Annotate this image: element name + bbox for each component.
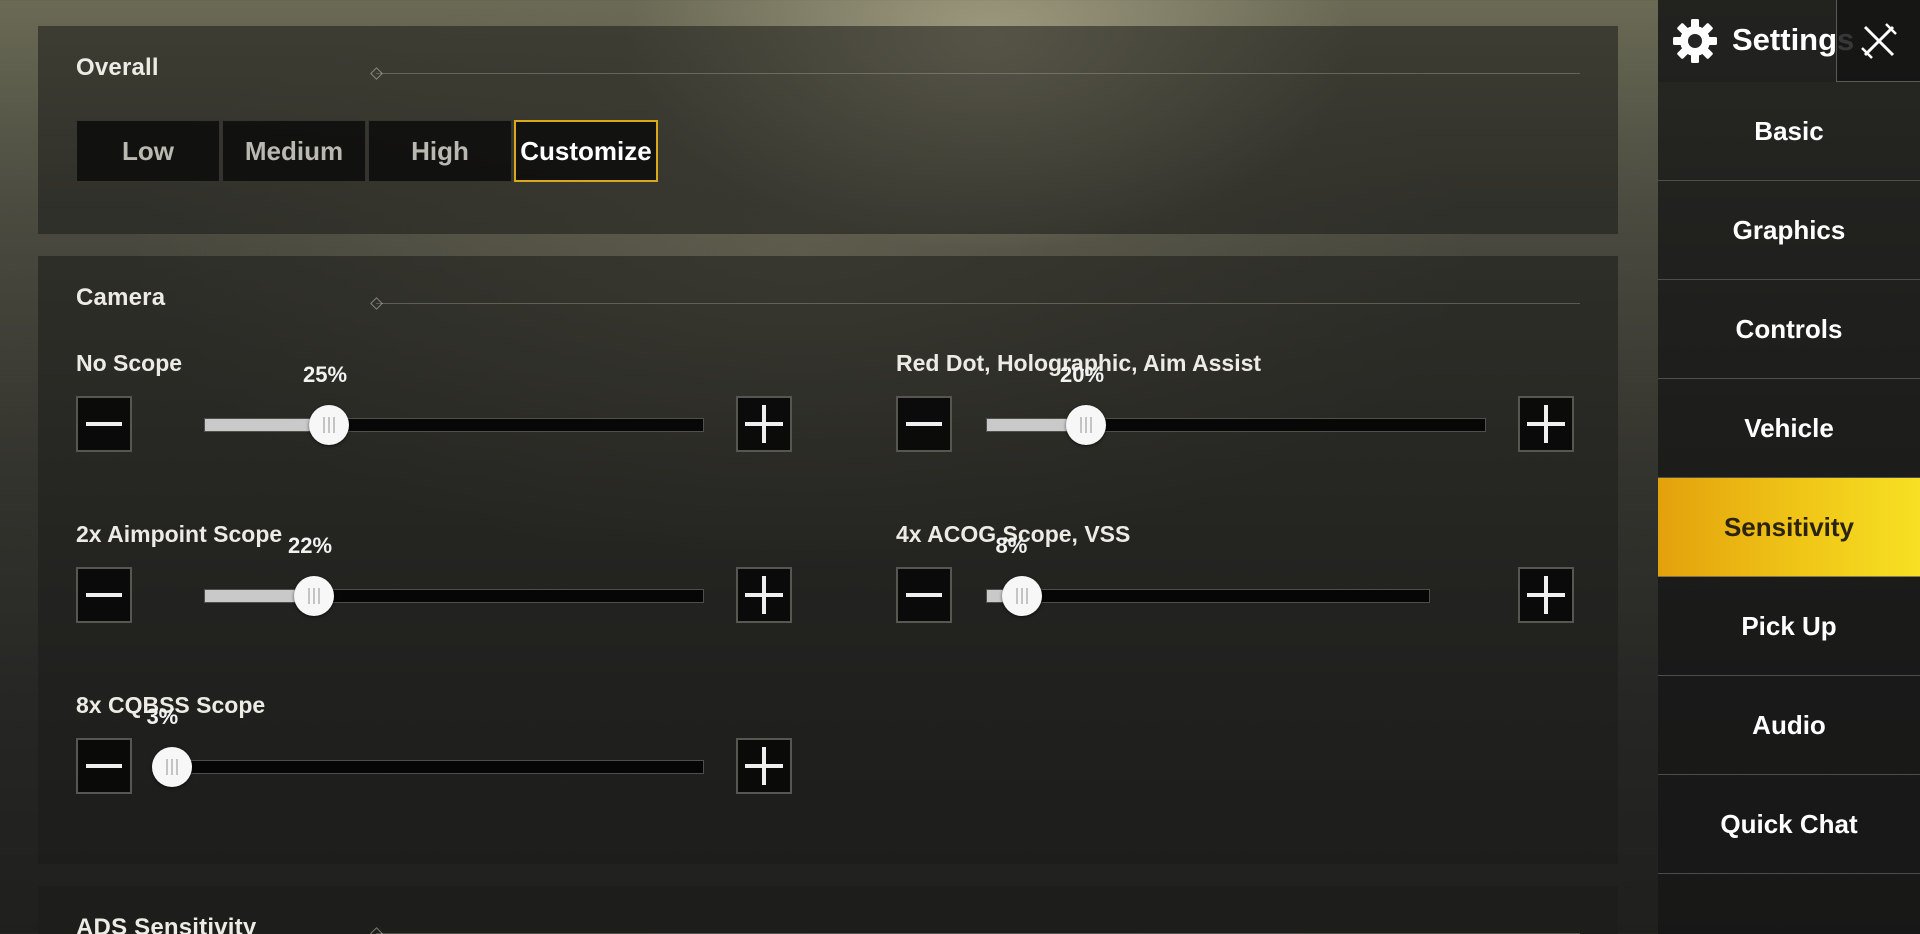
ads-sensitivity-title: ADS Sensitivity xyxy=(76,914,257,934)
decrease-button[interactable] xyxy=(896,396,952,452)
preset-high-button[interactable]: High xyxy=(368,120,512,182)
minus-icon xyxy=(86,764,122,768)
slider-track[interactable] xyxy=(204,418,704,432)
plus-icon xyxy=(745,747,783,785)
sidebar-item-basic[interactable]: Basic xyxy=(1658,82,1920,181)
slider-track[interactable] xyxy=(204,589,704,603)
slider-thumb[interactable] xyxy=(294,576,334,616)
slider-value: 20% xyxy=(1060,362,1105,387)
slider-value: 8% xyxy=(995,533,1028,558)
sidebar-nav: Basic Graphics Controls Vehicle Sensitiv… xyxy=(1658,82,1920,874)
increase-button[interactable] xyxy=(736,738,792,794)
plus-icon xyxy=(1527,576,1565,614)
preset-medium-button[interactable]: Medium xyxy=(222,120,366,182)
camera-title: Camera xyxy=(76,284,166,311)
ads-sensitivity-panel: ADS Sensitivity xyxy=(38,886,1618,934)
sidebar-item-sensitivity[interactable]: Sensitivity xyxy=(1658,478,1920,577)
gear-icon xyxy=(1673,19,1717,63)
increase-button[interactable] xyxy=(1518,567,1574,623)
settings-content: Overall Low Medium High Customize Camera… xyxy=(0,0,1658,934)
minus-icon xyxy=(86,422,122,426)
preset-customize-button[interactable]: Customize xyxy=(514,120,658,182)
increase-button[interactable] xyxy=(736,396,792,452)
divider-diamond xyxy=(370,927,383,934)
overall-panel: Overall Low Medium High Customize xyxy=(38,26,1618,234)
sidebar-item-controls[interactable]: Controls xyxy=(1658,280,1920,379)
title-divider xyxy=(376,73,1580,74)
increase-button[interactable] xyxy=(1518,396,1574,452)
decrease-button[interactable] xyxy=(76,567,132,623)
slider-track[interactable] xyxy=(986,589,1430,603)
sidebar-item-audio[interactable]: Audio xyxy=(1658,676,1920,775)
sidebar-item-pick-up[interactable]: Pick Up xyxy=(1658,577,1920,676)
close-icon xyxy=(1861,23,1897,59)
no-scope-setting: No Scope 25% xyxy=(76,350,792,490)
4x-acog-setting: 4x ACOG Scope, VSS 8% xyxy=(896,521,1596,661)
slider-thumb[interactable] xyxy=(1066,405,1106,445)
sidebar-header: Settings xyxy=(1658,0,1920,82)
plus-icon xyxy=(745,576,783,614)
settings-sidebar: Settings Basic Graphics Controls Vehicle… xyxy=(1658,0,1920,934)
8x-cqbss-setting: 8x CQBSS Scope 3% xyxy=(76,692,792,832)
preset-low-button[interactable]: Low xyxy=(76,120,220,182)
slider-value: 22% xyxy=(288,533,333,558)
decrease-button[interactable] xyxy=(896,567,952,623)
plus-icon xyxy=(745,405,783,443)
increase-button[interactable] xyxy=(736,567,792,623)
divider-diamond xyxy=(370,297,383,310)
slider-value: 25% xyxy=(303,362,348,387)
slider-thumb[interactable] xyxy=(309,405,349,445)
2x-aimpoint-setting: 2x Aimpoint Scope 22% xyxy=(76,521,792,661)
quality-preset-group: Low Medium High Customize xyxy=(76,120,658,182)
decrease-button[interactable] xyxy=(76,738,132,794)
sidebar-item-vehicle[interactable]: Vehicle xyxy=(1658,379,1920,478)
setting-label: No Scope xyxy=(76,350,183,376)
slider-track[interactable] xyxy=(986,418,1486,432)
sidebar-item-graphics[interactable]: Graphics xyxy=(1658,181,1920,280)
slider-track[interactable] xyxy=(156,760,704,774)
camera-panel: Camera No Scope 25% Red Dot, Holographic… xyxy=(38,256,1618,864)
setting-label: 2x Aimpoint Scope xyxy=(76,521,283,547)
sidebar-item-quick-chat[interactable]: Quick Chat xyxy=(1658,775,1920,874)
plus-icon xyxy=(1527,405,1565,443)
red-dot-setting: Red Dot, Holographic, Aim Assist 20% xyxy=(896,350,1596,490)
slider-thumb[interactable] xyxy=(1001,576,1042,616)
minus-icon xyxy=(906,593,942,597)
minus-icon xyxy=(906,422,942,426)
divider-diamond xyxy=(370,67,383,80)
slider-value: 3% xyxy=(146,704,179,729)
decrease-button[interactable] xyxy=(76,396,132,452)
title-divider xyxy=(376,303,1580,304)
overall-title: Overall xyxy=(76,54,159,81)
minus-icon xyxy=(86,593,122,597)
slider-thumb[interactable] xyxy=(152,747,193,787)
close-button[interactable] xyxy=(1836,0,1920,82)
